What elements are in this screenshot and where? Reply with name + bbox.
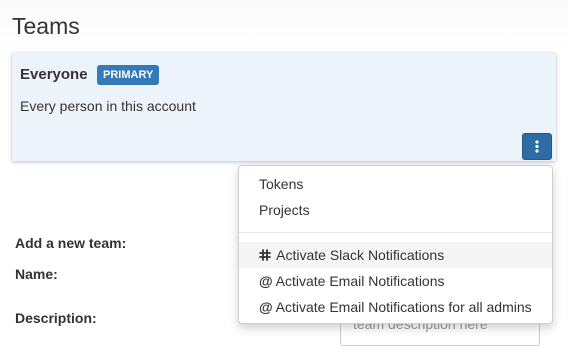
primary-badge: PRIMARY	[97, 65, 160, 85]
menu-item-activate-email[interactable]: @ Activate Email Notifications	[239, 268, 552, 294]
menu-item-activate-slack[interactable]: Activate Slack Notifications	[239, 242, 552, 268]
at-icon: @	[259, 273, 273, 289]
add-team-heading: Add a new team:	[15, 235, 127, 251]
team-options-button[interactable]	[522, 133, 552, 160]
menu-item-label: Activate Email Notifications for all adm…	[275, 299, 532, 315]
team-name: Everyone	[20, 66, 88, 83]
name-label: Name:	[15, 266, 58, 282]
page-title: Teams	[12, 13, 80, 39]
team-description: Every person in this account	[20, 98, 196, 114]
menu-item-tokens[interactable]: Tokens	[239, 171, 552, 197]
menu-divider	[239, 232, 552, 233]
team-options-menu: Tokens Projects Activate Slack Notificat…	[238, 165, 553, 324]
team-card: Everyone PRIMARY Every person in this ac…	[12, 53, 556, 161]
menu-item-label: Activate Slack Notifications	[276, 247, 445, 263]
menu-item-projects[interactable]: Projects	[239, 197, 552, 223]
slack-icon	[259, 249, 271, 262]
description-label: Description:	[15, 310, 97, 326]
vertical-ellipsis-icon	[535, 140, 539, 153]
menu-item-label: Activate Email Notifications	[275, 273, 445, 289]
menu-item-activate-email-admins[interactable]: @ Activate Email Notifications for all ad…	[239, 294, 552, 320]
header-strip	[0, 0, 568, 52]
at-icon: @	[259, 299, 273, 315]
